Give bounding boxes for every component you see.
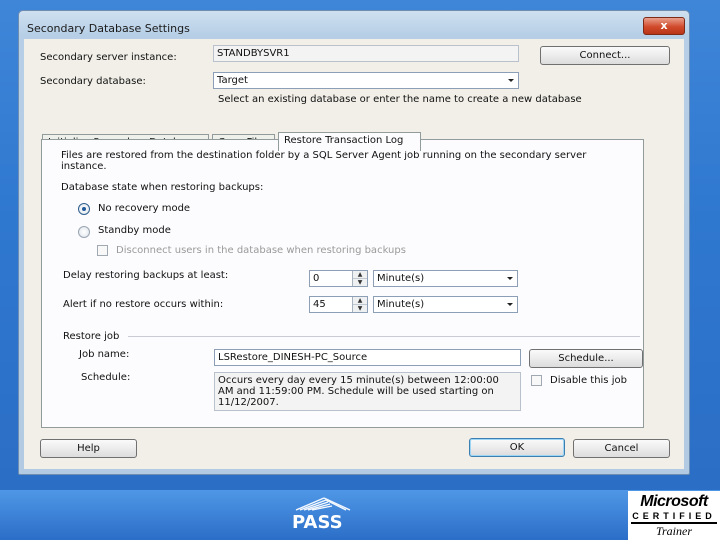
microsoft-wordmark: Microsoft	[640, 493, 708, 510]
secondary-database-value: Target	[217, 75, 248, 86]
schedule-description: Occurs every day every 15 minute(s) betw…	[214, 372, 521, 411]
schedule-button[interactable]: Schedule...	[529, 349, 643, 368]
spin-up-icon[interactable]: ▲	[353, 271, 367, 279]
delay-spinner[interactable]: ▲ ▼	[352, 271, 367, 286]
connect-button[interactable]: Connect...	[540, 46, 670, 65]
title-bar[interactable]: Secondary Database Settings x	[19, 11, 689, 37]
secondary-database-label: Secondary database:	[40, 76, 146, 87]
job-name-label: Job name:	[79, 349, 130, 360]
delay-unit-dropdown[interactable]: Minute(s)	[373, 270, 518, 287]
window-title: Secondary Database Settings	[27, 22, 190, 35]
standby-label[interactable]: Standby mode	[98, 225, 171, 236]
restore-transaction-log-panel: Files are restored from the destination …	[41, 139, 644, 428]
restore-job-group-label: Restore job	[63, 331, 120, 342]
disconnect-users-label: Disconnect users in the database when re…	[116, 245, 406, 256]
database-state-label: Database state when restoring backups:	[61, 182, 264, 193]
chevron-down-icon	[507, 303, 513, 306]
job-name-input[interactable]: LSRestore_DINESH-PC_Source	[214, 349, 521, 366]
alert-value-stepper[interactable]: 45 ▲ ▼	[309, 296, 368, 313]
help-button[interactable]: Help	[40, 439, 137, 458]
delay-value: 0	[313, 273, 320, 284]
restore-description: Files are restored from the destination …	[61, 150, 587, 172]
cancel-button[interactable]: Cancel	[573, 439, 670, 458]
spin-down-icon[interactable]: ▼	[353, 305, 367, 312]
disable-job-label[interactable]: Disable this job	[550, 375, 627, 386]
alert-unit-value: Minute(s)	[377, 299, 425, 310]
delay-restoring-label: Delay restoring backups at least:	[63, 270, 229, 281]
disable-job-checkbox[interactable]	[531, 375, 542, 386]
chevron-down-icon	[507, 277, 513, 280]
alert-value: 45	[313, 299, 326, 310]
secondary-database-dropdown[interactable]: Target	[213, 72, 519, 89]
footer-strip	[0, 490, 720, 540]
spin-down-icon[interactable]: ▼	[353, 279, 367, 286]
secondary-database-hint: Select an existing database or enter the…	[218, 94, 582, 105]
close-button[interactable]: x	[643, 17, 685, 35]
trainer-text: Trainer	[631, 522, 717, 538]
alert-unit-dropdown[interactable]: Minute(s)	[373, 296, 518, 313]
no-recovery-label[interactable]: No recovery mode	[98, 203, 190, 214]
schedule-label: Schedule:	[81, 372, 131, 383]
pass-logo-text: PASS	[292, 512, 343, 533]
delay-unit-value: Minute(s)	[377, 273, 425, 284]
restore-job-divider	[128, 336, 640, 337]
ok-button[interactable]: OK	[469, 438, 565, 457]
tab-restore-transaction-log[interactable]: Restore Transaction Log	[278, 132, 421, 151]
standby-radio[interactable]	[78, 226, 90, 238]
server-instance-field: STANDBYSVR1	[213, 45, 519, 62]
alert-no-restore-label: Alert if no restore occurs within:	[63, 299, 224, 310]
microsoft-certified-trainer-logo: Microsoft CERTIFIED Trainer	[628, 491, 720, 540]
no-recovery-radio[interactable]	[78, 203, 90, 215]
alert-spinner[interactable]: ▲ ▼	[352, 297, 367, 312]
certified-text: CERTIFIED	[632, 511, 716, 521]
server-instance-label: Secondary server instance:	[40, 52, 177, 63]
spin-up-icon[interactable]: ▲	[353, 297, 367, 305]
chevron-down-icon	[508, 79, 514, 82]
delay-value-stepper[interactable]: 0 ▲ ▼	[309, 270, 368, 287]
disconnect-users-checkbox[interactable]	[97, 245, 108, 256]
